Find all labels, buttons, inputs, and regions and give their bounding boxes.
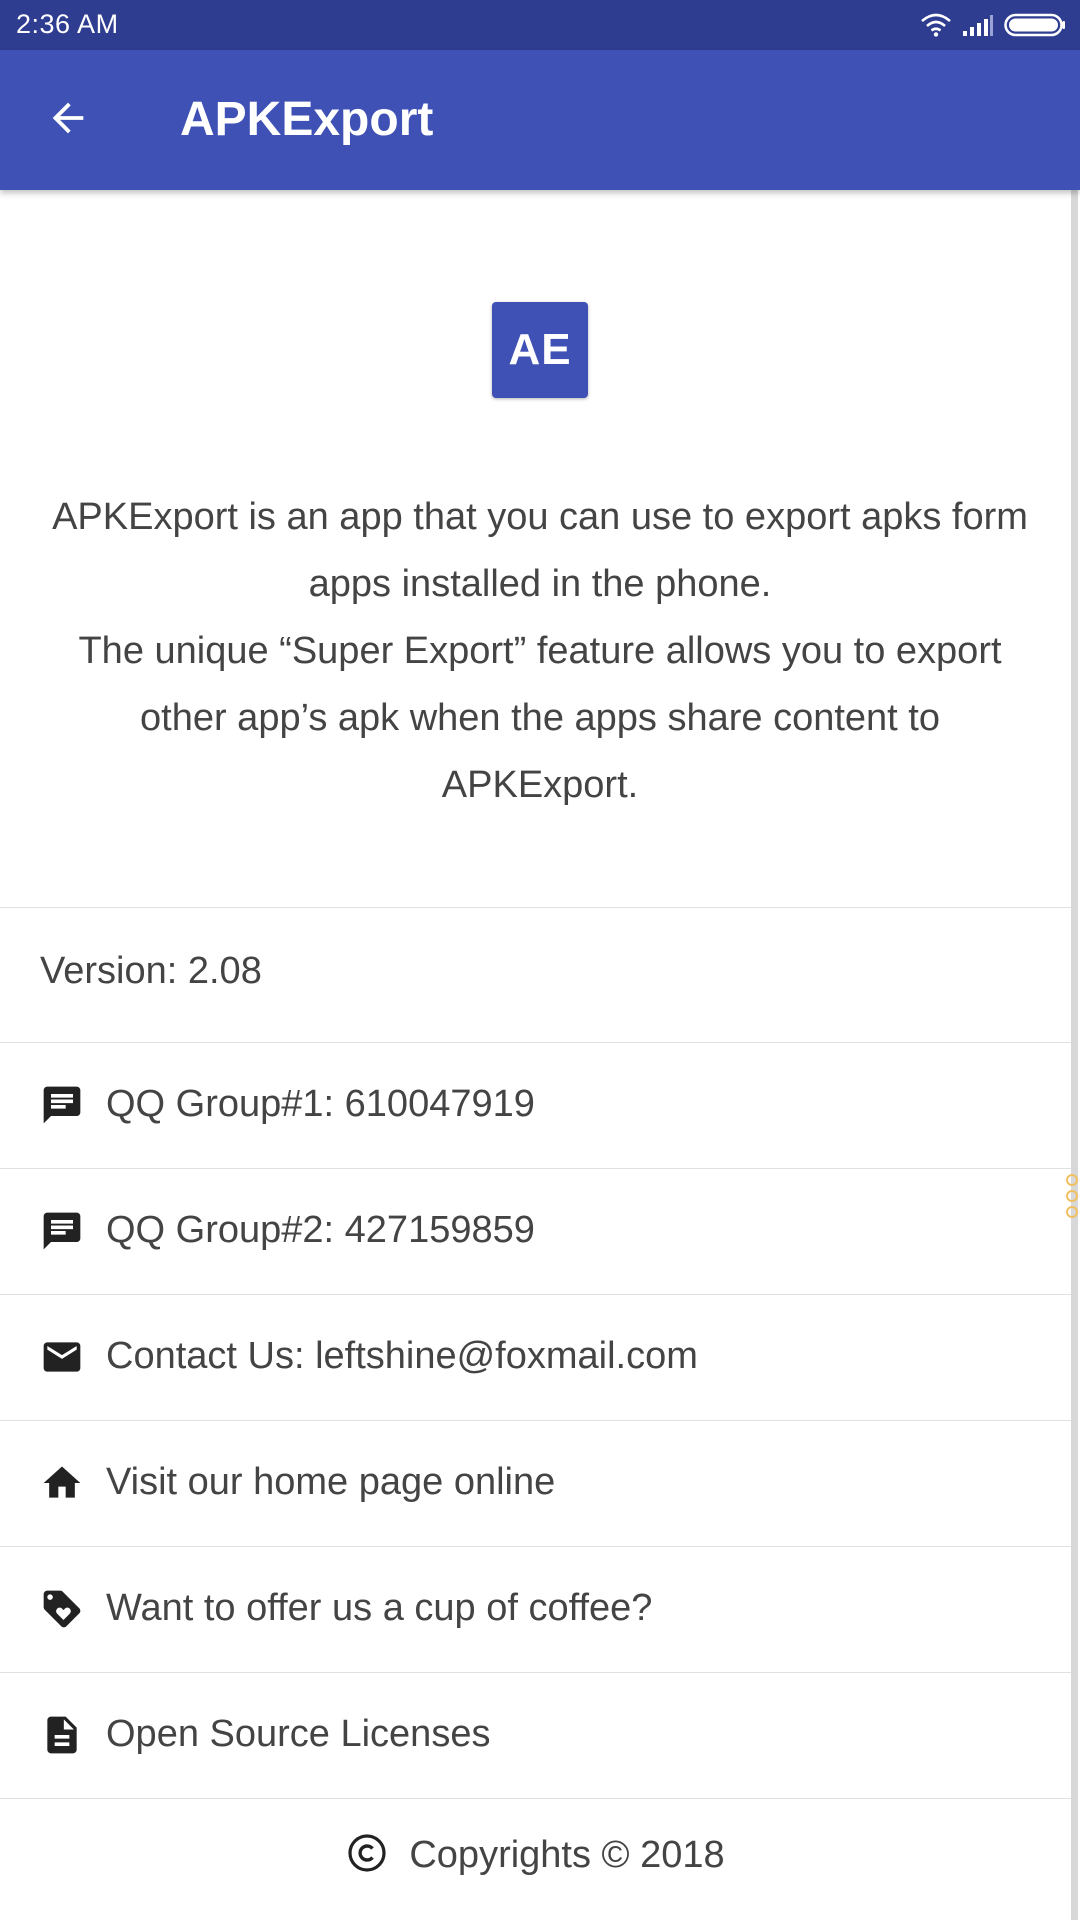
qq-group-2-label: QQ Group#2: 427159859 (106, 1209, 535, 1251)
app-description: APKExport is an app that you can use to … (40, 484, 1040, 819)
open-source-licenses-item[interactable]: Open Source Licenses (0, 1673, 1072, 1798)
copyright-text: Copyrights © 2018 (409, 1833, 725, 1876)
status-time: 2:36 AM (16, 9, 119, 39)
description-line-2: The unique “Super Export” feature allows… (78, 630, 1002, 806)
floating-edge-handle[interactable] (1062, 1170, 1080, 1240)
donate-label: Want to offer us a cup of coffee? (106, 1587, 653, 1629)
open-source-licenses-label: Open Source Licenses (106, 1713, 491, 1755)
donate-item[interactable]: Want to offer us a cup of coffee? (0, 1547, 1072, 1672)
home-page-label: Visit our home page online (106, 1461, 556, 1503)
version-text: Version: 2.08 (40, 950, 262, 992)
scrollbar[interactable] (1071, 190, 1078, 1920)
copyright-row: Copyrights © 2018 (0, 1800, 1072, 1910)
chat-icon (40, 1083, 84, 1127)
qq-group-2-item[interactable]: QQ Group#2: 427159859 (0, 1169, 1072, 1294)
arrow-back-icon (45, 95, 91, 146)
status-bar: 2:36 AM (0, 0, 1080, 50)
about-content: AE APKExport is an app that you can use … (0, 190, 1080, 1920)
contact-us-label: Contact Us: leftshine@foxmail.com (106, 1335, 698, 1377)
qq-group-1-label: QQ Group#1: 610047919 (106, 1083, 535, 1125)
signal-icon (962, 14, 994, 36)
mail-icon (40, 1335, 84, 1379)
chat-icon (40, 1209, 84, 1253)
contact-us-item[interactable]: Contact Us: leftshine@foxmail.com (0, 1295, 1072, 1420)
description-line-1: APKExport is an app that you can use to … (52, 496, 1028, 605)
qq-group-1-item[interactable]: QQ Group#1: 610047919 (0, 1043, 1072, 1168)
tag-heart-icon (40, 1587, 84, 1631)
divider (0, 1798, 1072, 1799)
app-logo: AE (492, 302, 588, 398)
app-bar: APKExport (0, 50, 1080, 190)
copyright-icon (347, 1833, 387, 1878)
back-button[interactable] (32, 84, 104, 156)
version-row: Version: 2.08 (0, 908, 1072, 1042)
status-icons (920, 12, 1066, 38)
battery-icon (1004, 13, 1066, 37)
document-icon (40, 1713, 84, 1757)
home-icon (40, 1461, 84, 1505)
wifi-icon (920, 13, 952, 37)
page-title: APKExport (180, 93, 434, 146)
home-page-item[interactable]: Visit our home page online (0, 1421, 1072, 1546)
